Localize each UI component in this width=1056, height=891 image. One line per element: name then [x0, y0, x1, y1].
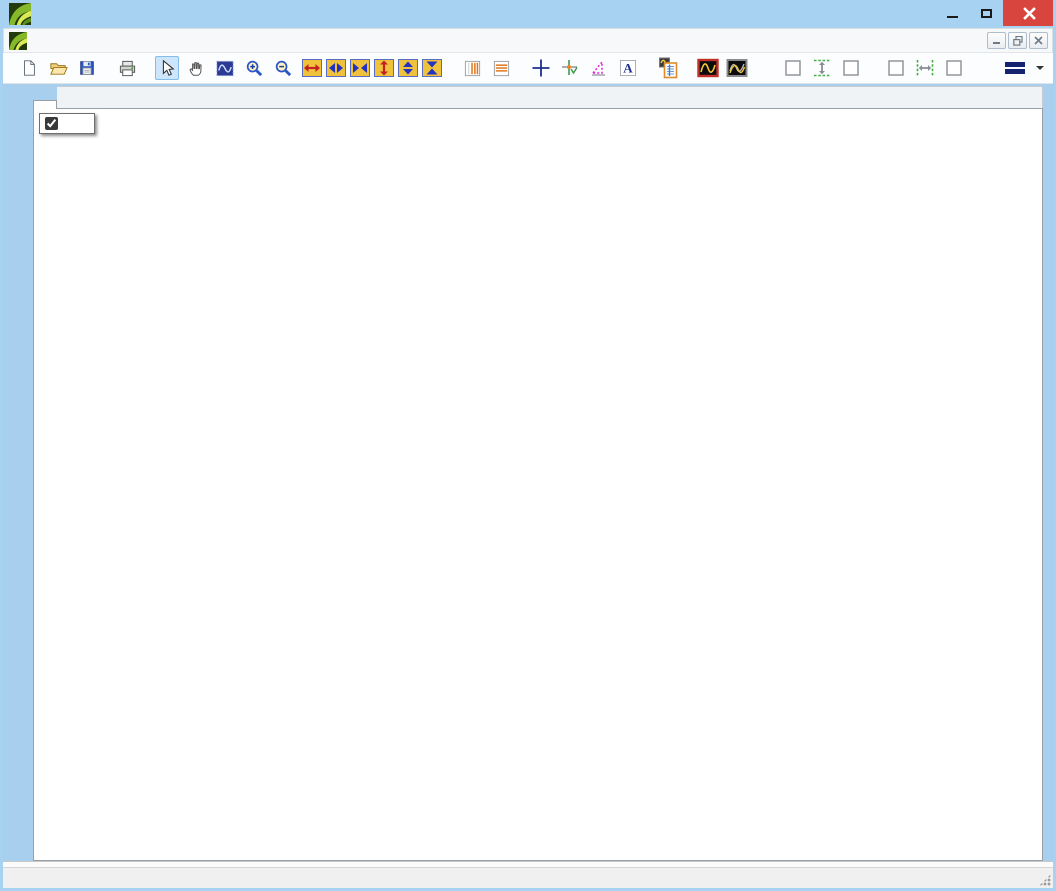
zoom-out-button[interactable] — [271, 56, 295, 80]
select-arrow-icon — [162, 59, 175, 76]
client-area — [3, 84, 1053, 861]
maximize-button[interactable] — [969, 0, 1003, 26]
menubar — [3, 28, 1053, 53]
dropdown-caret-icon — [1036, 66, 1044, 70]
save-button[interactable] — [75, 56, 99, 80]
delta-triangle-button[interactable] — [587, 56, 611, 80]
stretch-y-icon — [398, 59, 418, 77]
text-annotation-button[interactable]: A — [616, 56, 640, 80]
new-file-icon — [24, 60, 35, 76]
legend-box[interactable] — [39, 113, 95, 134]
fit-x-right-checkbox[interactable] — [942, 56, 966, 80]
maximize-icon — [980, 8, 992, 18]
mdi-buttons — [987, 32, 1048, 49]
h-caliper-button[interactable] — [489, 56, 513, 80]
multi-plot-icon — [726, 59, 748, 77]
h-caliper-icon — [493, 60, 509, 76]
app-logo-icon-small — [9, 31, 27, 50]
open-file-button[interactable] — [46, 56, 70, 80]
zoom-in-button[interactable] — [242, 56, 266, 80]
fit-y-icon — [814, 59, 830, 77]
fit-x-button[interactable] — [913, 56, 937, 80]
legend-panel-icon — [659, 57, 678, 79]
expand-y-button[interactable] — [372, 56, 396, 80]
pan-tool-button[interactable] — [184, 56, 208, 80]
fit-x-icon — [916, 60, 934, 76]
fit-y-button[interactable] — [810, 56, 834, 80]
new-file-button[interactable] — [17, 56, 41, 80]
select-tool-button[interactable] — [155, 56, 179, 80]
app-window: A — [0, 0, 1056, 891]
expand-x-icon — [302, 59, 322, 77]
mdi-restore-button[interactable] — [1008, 32, 1027, 49]
print-icon — [119, 60, 135, 76]
layout-menu-button[interactable] — [998, 59, 1050, 77]
hand-icon — [189, 62, 202, 76]
tab-bar — [33, 84, 1043, 109]
close-icon — [1023, 6, 1036, 20]
sidebar-tabs — [5, 84, 33, 861]
empty-box-icon — [946, 60, 962, 76]
legend-line-sample — [64, 122, 76, 125]
stretch-x-icon — [326, 59, 346, 77]
shrink-x-icon — [350, 59, 370, 77]
crosshair-button[interactable] — [529, 56, 553, 80]
plot-canvas[interactable] — [34, 109, 1042, 860]
tracker-icon — [562, 60, 578, 75]
expand-x-button[interactable] — [300, 56, 324, 80]
text-a-icon: A — [620, 60, 636, 76]
expand-y-icon — [374, 59, 394, 77]
open-file-icon — [49, 62, 68, 75]
minimize-icon — [946, 16, 958, 18]
empty-box-icon — [843, 60, 859, 76]
save-icon — [80, 61, 94, 75]
svg-text:A: A — [623, 61, 633, 76]
dark-plot-button[interactable] — [696, 56, 720, 80]
zoom-out-icon — [275, 60, 291, 76]
toolbar: A — [3, 53, 1053, 84]
stretch-x-button[interactable] — [324, 56, 348, 80]
shrink-y-icon — [422, 59, 442, 77]
mdi-close-icon — [1034, 36, 1043, 45]
tab-bar-filler — [57, 86, 1043, 108]
shrink-y-button[interactable] — [420, 56, 444, 80]
plot-tab[interactable] — [33, 100, 57, 109]
fit-x-left-checkbox[interactable] — [884, 56, 908, 80]
v-caliper-button[interactable] — [460, 56, 484, 80]
resize-grip-icon[interactable] — [1039, 874, 1051, 886]
zoom-in-icon — [246, 60, 262, 76]
crosshair-icon — [532, 59, 550, 77]
mdi-restore-icon — [1012, 35, 1023, 46]
tab-area — [33, 84, 1043, 861]
empty-box-icon — [888, 60, 904, 76]
empty-box-icon — [785, 60, 801, 76]
stretch-y-button[interactable] — [396, 56, 420, 80]
legend-toggle-button[interactable] — [656, 56, 680, 80]
legend-checkbox[interactable] — [45, 117, 58, 130]
plot-page[interactable] — [33, 108, 1043, 861]
print-button[interactable] — [115, 56, 139, 80]
zoom-region-icon — [216, 60, 234, 76]
tracker-button[interactable] — [558, 56, 582, 80]
fit-y-right-checkbox[interactable] — [839, 56, 863, 80]
statusbar — [3, 867, 1053, 888]
fit-y-left-checkbox[interactable] — [781, 56, 805, 80]
mdi-minimize-button[interactable] — [987, 32, 1006, 49]
mdi-close-button[interactable] — [1029, 32, 1048, 49]
shrink-x-button[interactable] — [348, 56, 372, 80]
app-logo-icon — [9, 3, 31, 25]
mdi-minimize-icon — [993, 42, 1000, 44]
zoom-region-button[interactable] — [213, 56, 237, 80]
titlebar — [3, 0, 1053, 28]
multi-plot-button[interactable] — [725, 56, 749, 80]
layout-icon — [1005, 62, 1025, 74]
close-button[interactable] — [1003, 0, 1053, 26]
delta-triangle-icon — [591, 59, 605, 76]
v-caliper-icon — [464, 60, 480, 76]
dark-plot-icon — [697, 58, 719, 78]
minimize-button[interactable] — [935, 0, 969, 26]
